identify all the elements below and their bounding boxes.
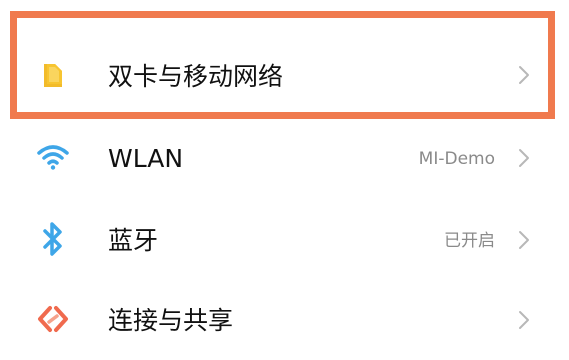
settings-item-bluetooth[interactable]: 蓝牙 已开启 bbox=[0, 200, 569, 280]
settings-item-value: 已开启 bbox=[444, 231, 495, 251]
chevron-right-icon bbox=[519, 149, 529, 167]
settings-item-label: WLAN bbox=[108, 144, 184, 173]
wifi-icon bbox=[36, 140, 70, 174]
settings-item-label: 连接与共享 bbox=[108, 306, 234, 335]
sim-card-icon bbox=[36, 58, 70, 92]
settings-item-label: 蓝牙 bbox=[108, 226, 159, 255]
settings-item-connection-sharing[interactable]: 连接与共享 bbox=[0, 280, 569, 360]
settings-item-dual-sim[interactable]: 双卡与移动网络 bbox=[0, 36, 569, 116]
chevron-right-icon bbox=[519, 66, 529, 84]
chevron-right-icon bbox=[519, 311, 529, 329]
settings-item-label: 双卡与移动网络 bbox=[108, 62, 284, 91]
settings-list: 双卡与移动网络 WLAN MI-Demo 蓝牙 已开启 连接与共享 bbox=[0, 0, 569, 341]
chevron-right-icon bbox=[519, 231, 529, 249]
settings-item-wlan[interactable]: WLAN MI-Demo bbox=[0, 118, 569, 198]
settings-item-value: MI-Demo bbox=[418, 149, 495, 169]
bluetooth-icon bbox=[36, 222, 70, 256]
connection-share-icon bbox=[36, 302, 70, 336]
